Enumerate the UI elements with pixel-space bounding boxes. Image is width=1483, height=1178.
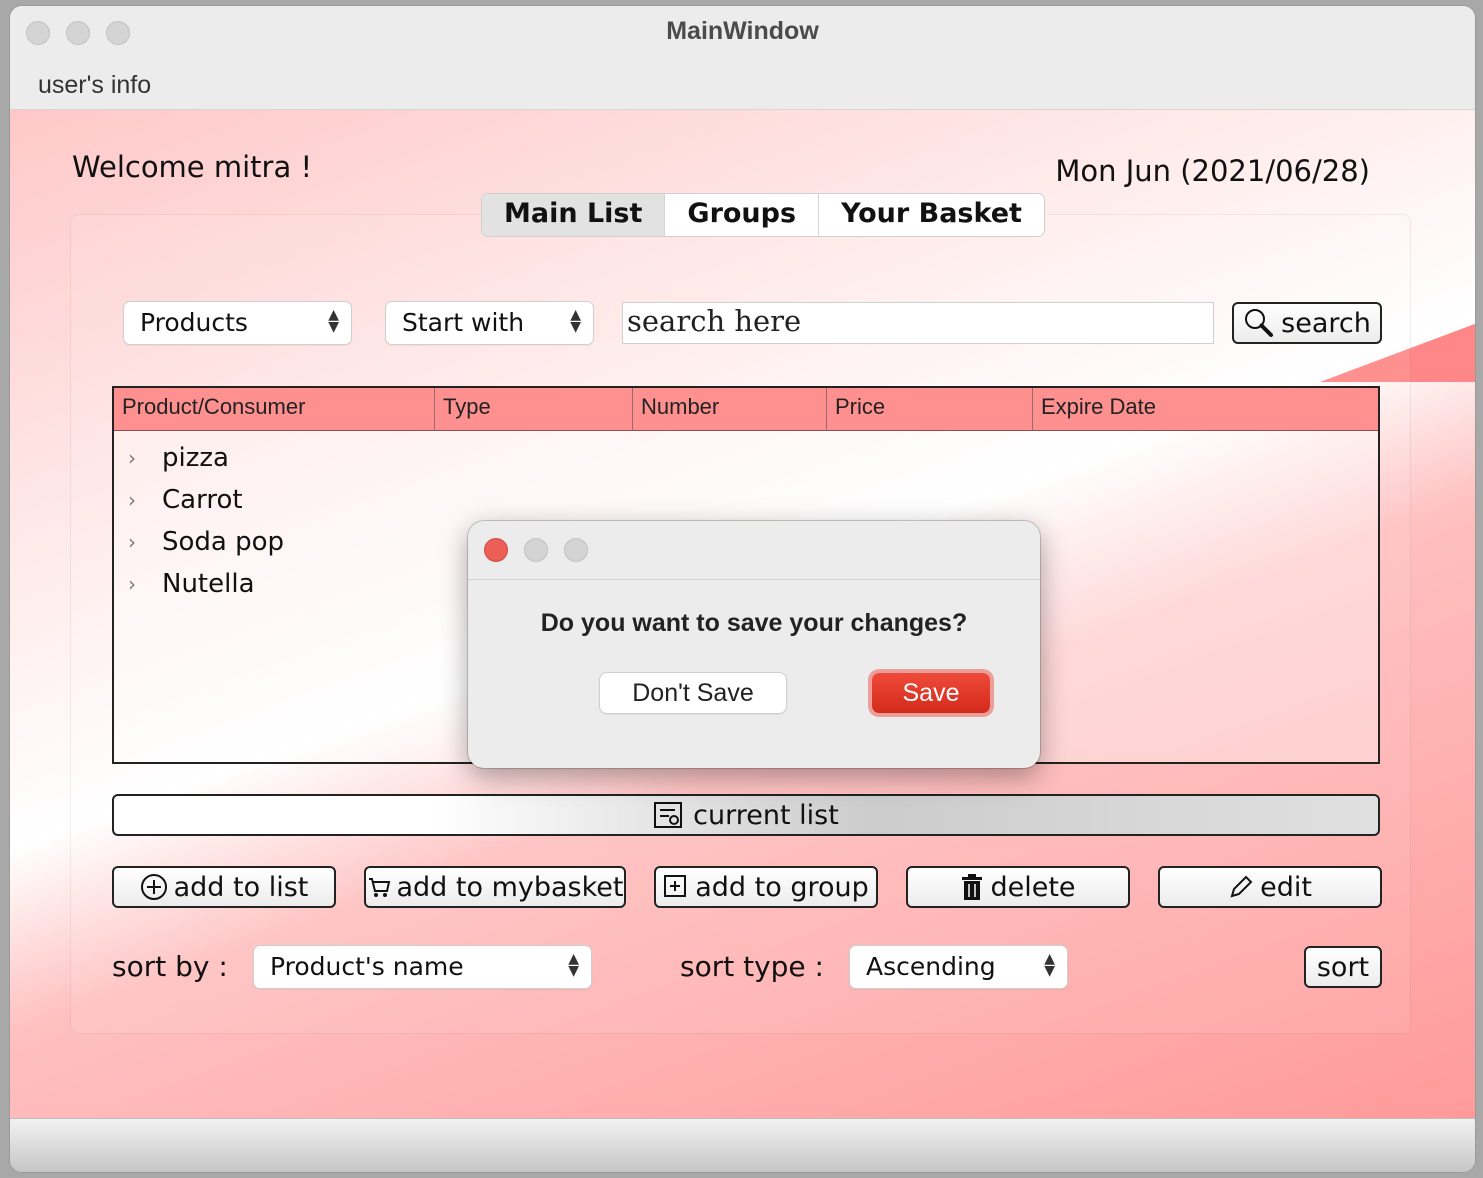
updown-chevron-icon: ▲ ▼	[570, 307, 581, 335]
sort-type-select[interactable]: Ascending ▲ ▼	[850, 946, 1067, 988]
match-mode-value: Start with	[402, 308, 525, 337]
row-label: Nutella	[162, 569, 255, 599]
add-to-group-label: add to group	[695, 871, 869, 903]
save-button[interactable]: Save	[872, 673, 990, 713]
search-icon	[1245, 309, 1274, 337]
chevron-right-icon[interactable]: ›	[128, 572, 142, 596]
search-input[interactable]: search here	[622, 302, 1214, 344]
row-label: pizza	[162, 443, 229, 473]
add-to-mybasket-label: add to mybasket	[396, 871, 624, 903]
sort-by-label: sort by :	[112, 950, 228, 983]
delete-button[interactable]: delete	[906, 866, 1130, 908]
dialog-close-button[interactable]	[484, 538, 508, 562]
status-bar	[10, 1118, 1475, 1172]
column-header[interactable]: Price	[827, 388, 1033, 430]
dont-save-button[interactable]: Don't Save	[600, 673, 786, 713]
table-row[interactable]: › Nutella	[128, 564, 255, 604]
current-list-label: current list	[693, 799, 839, 831]
column-header[interactable]: Expire Date	[1033, 388, 1378, 430]
dialog-minimize-button	[524, 538, 548, 562]
plus-circle-icon	[140, 874, 167, 900]
delete-label: delete	[990, 871, 1076, 903]
category-select[interactable]: Products ▲ ▼	[124, 302, 351, 344]
dialog-title-bar	[468, 521, 1040, 580]
chevron-right-icon[interactable]: ›	[128, 530, 142, 554]
dialog-message: Do you want to save your changes?	[540, 609, 968, 637]
title-bar: MainWindow	[10, 6, 1475, 62]
date-text: Mon Jun (2021/06/28)	[1055, 154, 1370, 188]
sort-button[interactable]: sort	[1304, 946, 1382, 988]
list-icon	[654, 802, 683, 828]
edit-label: edit	[1260, 871, 1312, 903]
row-label: Carrot	[162, 485, 243, 515]
add-to-list-button[interactable]: add to list	[112, 866, 336, 908]
sort-by-select[interactable]: Product's name ▲ ▼	[254, 946, 591, 988]
search-button[interactable]: search	[1232, 302, 1382, 344]
table-row[interactable]: › pizza	[128, 438, 229, 478]
pencil-icon	[1230, 875, 1253, 898]
table-row[interactable]: › Soda pop	[128, 522, 284, 562]
cart-icon	[368, 878, 390, 897]
save-changes-dialog: Do you want to save your changes? Don't …	[468, 521, 1040, 768]
dialog-zoom-button	[564, 538, 588, 562]
search-button-label: search	[1281, 307, 1371, 339]
add-to-group-button[interactable]: add to group	[654, 866, 878, 908]
welcome-text: Welcome mitra !	[72, 150, 313, 184]
updown-chevron-icon: ▲ ▼	[328, 307, 339, 335]
add-to-mybasket-button[interactable]: add to mybasket	[364, 866, 626, 908]
table-row[interactable]: › Carrot	[128, 480, 243, 520]
tab-groups[interactable]: Groups	[665, 194, 820, 236]
edit-button[interactable]: edit	[1158, 866, 1382, 908]
chevron-right-icon[interactable]: ›	[128, 446, 142, 470]
sort-button-label: sort	[1316, 951, 1370, 983]
updown-chevron-icon: ▲ ▼	[568, 951, 579, 979]
category-select-value: Products	[140, 308, 248, 337]
chevron-right-icon[interactable]: ›	[128, 488, 142, 512]
updown-chevron-icon: ▲ ▼	[1044, 951, 1055, 979]
match-mode-select[interactable]: Start with ▲ ▼	[386, 302, 593, 344]
window-title: MainWindow	[666, 17, 819, 45]
add-to-list-label: add to list	[173, 871, 309, 903]
row-label: Soda pop	[162, 527, 285, 557]
menu-bar: user's info	[10, 62, 1475, 110]
table-header: Product/Consumer Type Number Price Expir…	[114, 388, 1378, 431]
sort-by-value: Product's name	[270, 952, 464, 981]
sort-type-label: sort type :	[680, 950, 824, 983]
current-list-button[interactable]: current list	[112, 794, 1380, 836]
menu-user-info[interactable]: user's info	[38, 71, 151, 100]
sort-type-value: Ascending	[866, 952, 996, 981]
trash-icon	[962, 874, 983, 900]
tab-main-list[interactable]: Main List	[482, 194, 666, 236]
column-header[interactable]: Number	[633, 388, 827, 430]
tab-your-basket[interactable]: Your Basket	[819, 194, 1044, 236]
add-group-icon	[664, 875, 687, 897]
column-header[interactable]: Type	[435, 388, 633, 430]
tab-bar: Main List Groups Your Basket	[482, 194, 1044, 236]
column-header[interactable]: Product/Consumer	[114, 388, 435, 430]
